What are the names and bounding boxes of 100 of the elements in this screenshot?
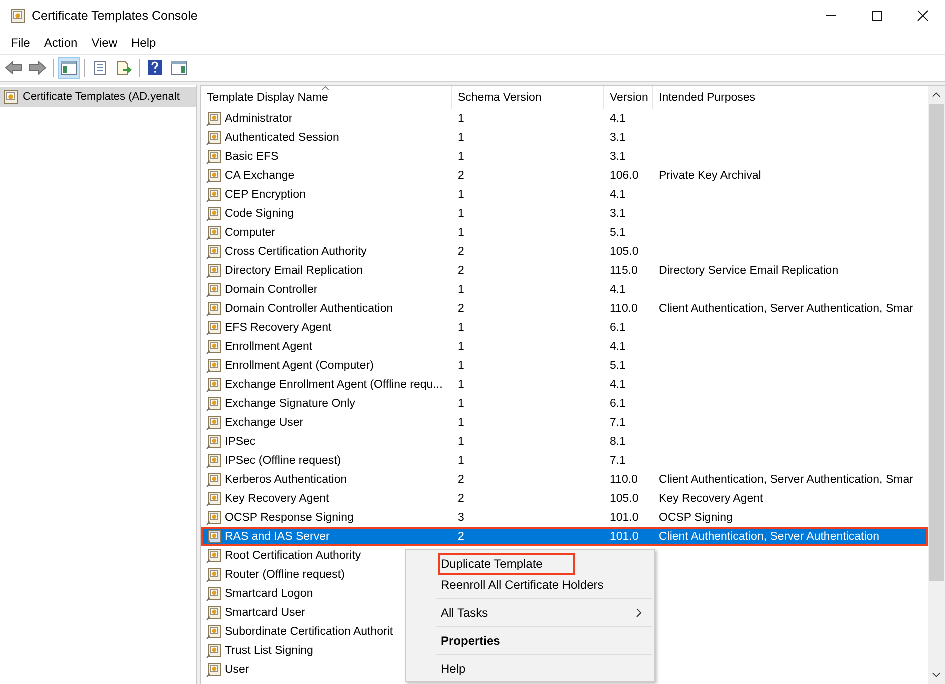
- version: 8.1: [610, 436, 626, 448]
- column-header[interactable]: Schema Version: [452, 86, 604, 109]
- certificate-icon: [206, 376, 222, 392]
- menu-item[interactable]: Duplicate Template: [406, 553, 654, 574]
- certificate-icon: [206, 148, 222, 164]
- version: 7.1: [610, 454, 626, 466]
- intended-purposes: Private Key Archival: [659, 170, 762, 182]
- version: 6.1: [610, 322, 626, 334]
- template-name: Exchange Enrollment Agent (Offline requ...: [225, 378, 443, 390]
- template-name: Domain Controller Authentication: [225, 302, 394, 314]
- version: 4.1: [610, 378, 626, 390]
- version: 105.0: [610, 246, 639, 258]
- window-title: Certificate Templates Console: [32, 9, 198, 23]
- version: 105.0: [610, 492, 639, 504]
- certificate-icon: [206, 490, 222, 506]
- template-name: Administrator: [225, 112, 293, 124]
- template-name: Enrollment Agent (Computer): [225, 360, 374, 372]
- schema-version: 2: [458, 264, 464, 276]
- schema-version: 1: [458, 208, 464, 220]
- schema-version: 1: [458, 284, 464, 296]
- pane-icon: [170, 60, 188, 76]
- template-name: Trust List Signing: [225, 644, 314, 656]
- certificate-icon: [206, 168, 222, 184]
- schema-version: 1: [458, 132, 464, 144]
- intended-purposes: Client Authentication, Server Authentication, Smar: [659, 474, 914, 486]
- certificate-icon: [206, 548, 222, 564]
- tree-item[interactable]: Certificate Templates (AD.yenalt: [0, 87, 196, 107]
- certificate-icon: [10, 8, 26, 24]
- template-name: Root Certification Authority: [225, 550, 362, 562]
- scroll-down-icon[interactable]: [932, 672, 941, 678]
- maximize-icon[interactable]: [871, 10, 883, 22]
- sort-caret-icon: [321, 86, 330, 91]
- menu-item[interactable]: File: [4, 34, 38, 52]
- version: 101.0: [610, 530, 639, 542]
- certificate-icon: [206, 662, 222, 678]
- intended-purposes: Directory Service Email Replication: [659, 264, 839, 276]
- schema-version: 2: [458, 530, 464, 542]
- template-name: IPSec (Offline request): [225, 454, 342, 466]
- template-name: CA Exchange: [225, 170, 295, 182]
- column-header[interactable]: Version: [604, 86, 653, 109]
- schema-version: 1: [458, 322, 464, 334]
- version: 7.1: [610, 416, 626, 428]
- schema-version: 1: [458, 150, 464, 162]
- version: 4.1: [610, 284, 626, 296]
- certificate-icon: [206, 452, 222, 468]
- version: 4.1: [610, 112, 626, 124]
- certificate-icon: [206, 510, 222, 526]
- template-name: Authenticated Session: [225, 132, 340, 144]
- version: 106.0: [610, 170, 639, 182]
- template-name: Key Recovery Agent: [225, 492, 330, 504]
- intended-purposes: Key Recovery Agent: [659, 492, 764, 504]
- menu-item[interactable]: Reenroll All Certificate Holders: [406, 574, 654, 595]
- schema-version: 1: [458, 454, 464, 466]
- console-tree-button[interactable]: [58, 57, 80, 79]
- scroll-up-icon[interactable]: [932, 92, 941, 98]
- template-name: Computer: [225, 226, 276, 238]
- menu-item[interactable]: View: [84, 34, 124, 52]
- schema-version: 1: [458, 112, 464, 124]
- template-name: IPSec: [225, 436, 256, 448]
- template-name: EFS Recovery Agent: [225, 322, 332, 334]
- certificate-icon: [206, 566, 222, 582]
- schema-version: 1: [458, 416, 464, 428]
- template-name: Enrollment Agent: [225, 340, 313, 352]
- version: 4.1: [610, 188, 626, 200]
- version: 3.1: [610, 150, 626, 162]
- template-name: RAS and IAS Server: [225, 530, 330, 542]
- intended-purposes: Client Authentication, Server Authentication: [659, 530, 880, 542]
- vertical-scrollbar[interactable]: [928, 86, 945, 684]
- certificate-icon: [206, 472, 222, 488]
- left-arrow-icon: [5, 60, 23, 76]
- version: 110.0: [610, 302, 638, 314]
- template-name: Smartcard Logon: [225, 588, 314, 600]
- help-icon: [146, 60, 164, 76]
- menu-item[interactable]: Action: [37, 34, 85, 52]
- certificate-icon: [206, 224, 222, 240]
- schema-version: 1: [458, 398, 464, 410]
- schema-version: 1: [458, 436, 464, 448]
- certificate-icon: [206, 528, 222, 544]
- menu-item[interactable]: All Tasks: [406, 602, 654, 623]
- template-name: Code Signing: [225, 208, 294, 220]
- schema-version: 1: [458, 340, 464, 352]
- column-header[interactable]: Intended Purposes: [653, 86, 923, 109]
- template-name: Exchange User: [225, 416, 304, 428]
- template-name: Smartcard User: [225, 606, 306, 618]
- template-name: CEP Encryption: [225, 188, 306, 200]
- schema-version: 2: [458, 302, 464, 314]
- version: 3.1: [610, 132, 626, 144]
- menu-item[interactable]: Help: [406, 658, 654, 679]
- template-name: Exchange Signature Only: [225, 398, 356, 410]
- template-name: Cross Certification Authority: [225, 246, 367, 258]
- schema-version: 1: [458, 360, 464, 372]
- template-name: Kerberos Authentication: [225, 474, 348, 486]
- menu-item[interactable]: Help: [124, 34, 164, 52]
- version: 3.1: [610, 208, 626, 220]
- selected-row[interactable]: RAS and IAS Server 2 101.0 Client Authentication, Server Authentication: [201, 527, 928, 546]
- column-header[interactable]: Template Display Name: [201, 86, 452, 109]
- close-icon[interactable]: [917, 10, 929, 22]
- certificate-icon: [206, 358, 222, 374]
- menu-item[interactable]: Properties: [406, 630, 654, 651]
- certificate-icon: [206, 282, 222, 298]
